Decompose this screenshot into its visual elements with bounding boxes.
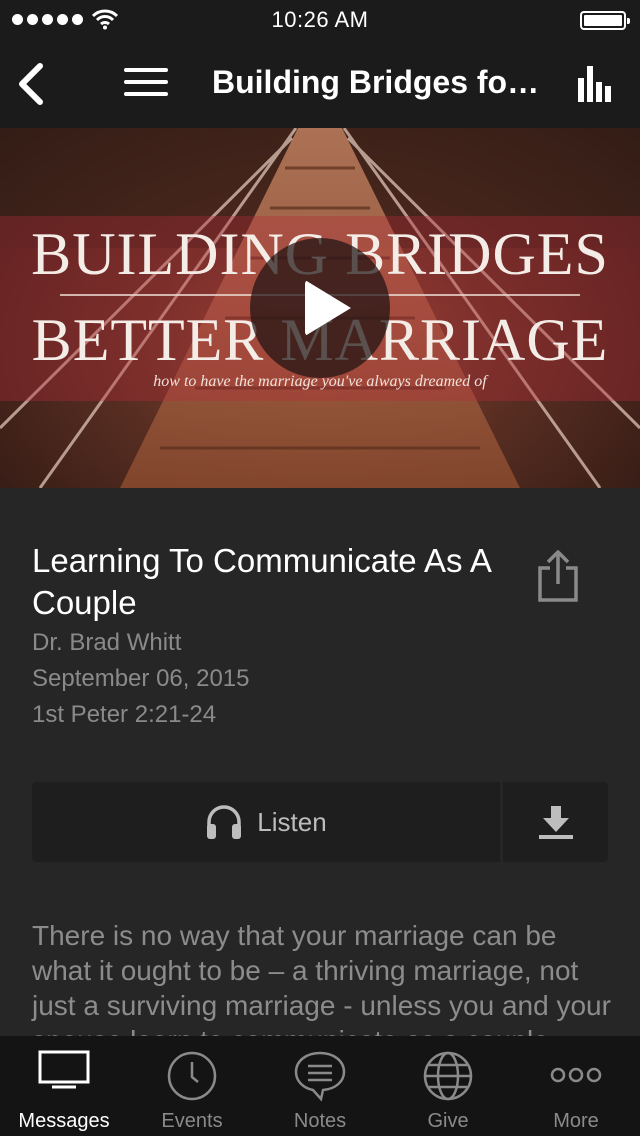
tab-label: More <box>553 1110 599 1132</box>
battery-icon <box>580 11 630 30</box>
message-speaker: Dr. Brad Whitt <box>32 629 182 656</box>
tab-more[interactable]: More <box>512 1036 640 1136</box>
page-title: Building Bridges fo… <box>212 64 540 100</box>
tab-bar: Messages Events Notes Give More <box>0 1036 640 1136</box>
back-chevron-icon[interactable] <box>12 60 52 108</box>
tab-label: Events <box>161 1110 223 1132</box>
share-icon[interactable] <box>536 548 580 604</box>
message-passage: 1st Peter 2:21-24 <box>32 701 217 728</box>
download-button[interactable] <box>503 782 608 862</box>
hamburger-menu-icon[interactable] <box>124 68 170 100</box>
download-icon <box>539 806 573 839</box>
tab-label: Messages <box>18 1110 110 1132</box>
globe-icon <box>423 1051 473 1101</box>
play-video-button[interactable] <box>250 238 390 378</box>
chat-bubble-icon <box>294 1051 346 1102</box>
clock-icon <box>167 1051 217 1101</box>
tab-notes[interactable]: Notes <box>256 1036 384 1136</box>
tab-label: Notes <box>293 1110 347 1132</box>
tab-give[interactable]: Give <box>384 1036 512 1136</box>
tv-icon <box>38 1050 90 1089</box>
message-date: September 06, 2015 <box>32 665 250 692</box>
tab-events[interactable]: Events <box>128 1036 256 1136</box>
status-bar: 10:26 AM <box>0 0 640 40</box>
bar-chart-icon[interactable] <box>576 64 616 104</box>
listen-label: Listen <box>257 806 327 837</box>
tab-label: Give <box>427 1110 469 1132</box>
headphones-icon <box>207 805 242 839</box>
sermon-artwork: BUILDING BRIDGES for a BETTER MARRIAGE h… <box>0 128 640 488</box>
play-icon <box>305 280 351 336</box>
nav-bar: Building Bridges fo… <box>0 40 640 128</box>
more-dots-icon <box>550 1067 602 1083</box>
message-title: Learning To Communicate As A Couple <box>32 542 491 621</box>
status-time: 10:26 AM <box>271 7 369 32</box>
listen-button[interactable]: Listen <box>32 782 500 862</box>
tab-messages[interactable]: Messages <box>0 1036 128 1136</box>
